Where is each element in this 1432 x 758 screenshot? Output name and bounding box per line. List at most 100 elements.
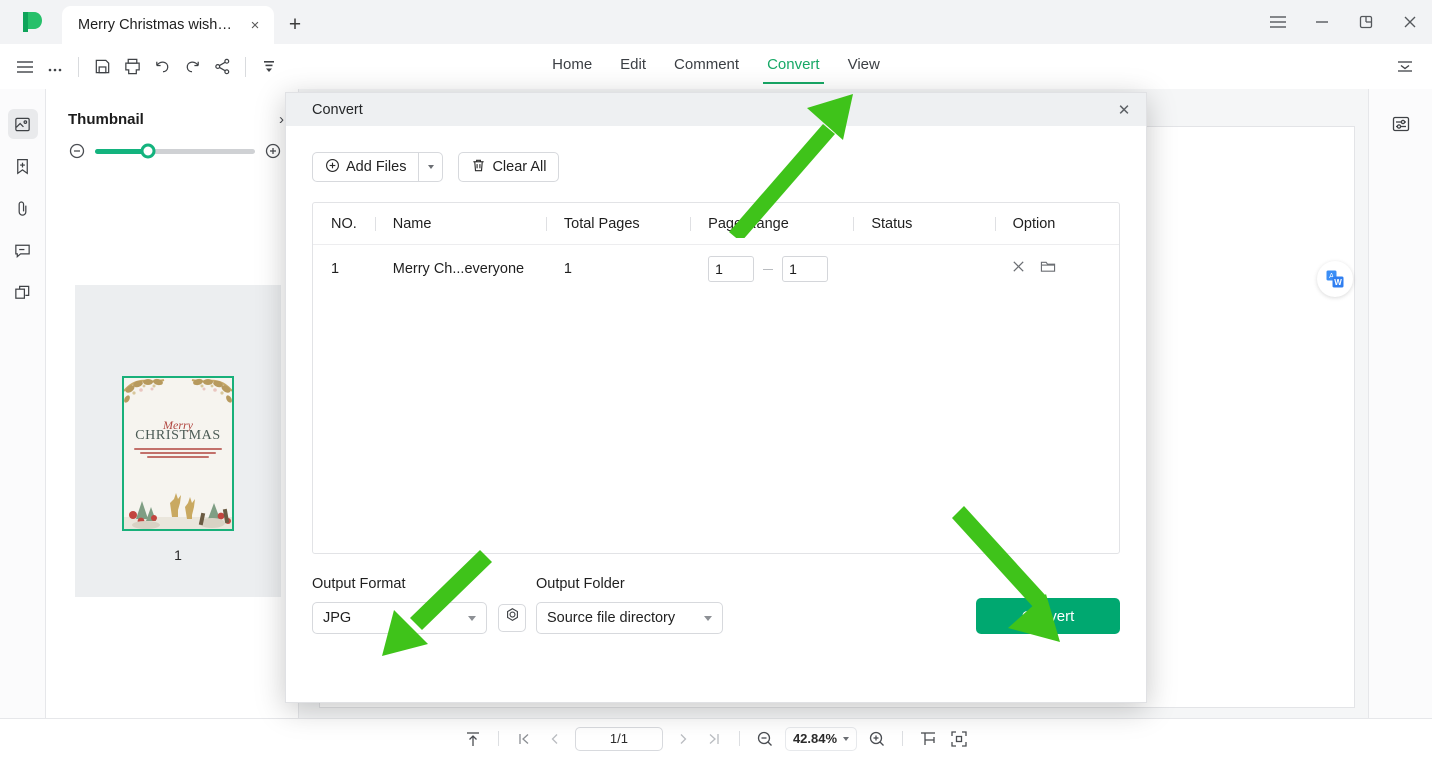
zoom-in-icon[interactable] xyxy=(866,728,888,750)
thumbnail-header: Thumbnail › xyxy=(46,89,298,128)
toolbar-divider xyxy=(78,56,79,77)
trash-icon xyxy=(471,158,486,177)
output-format-group: Output Format JPG xyxy=(312,576,487,634)
sidebar-item-comment[interactable] xyxy=(8,235,38,265)
status-divider-2 xyxy=(738,731,740,746)
remove-icon[interactable] xyxy=(1011,259,1026,279)
slider-knob[interactable] xyxy=(140,143,156,159)
properties-panel-icon[interactable] xyxy=(1386,109,1416,139)
panel-title: Thumbnail xyxy=(68,111,144,128)
folder-icon[interactable] xyxy=(1040,259,1056,279)
format-settings-button[interactable] xyxy=(498,604,526,632)
minimize-icon[interactable] xyxy=(1300,0,1344,44)
cell-option xyxy=(995,259,1119,279)
menu-item-view[interactable]: View xyxy=(848,56,880,78)
output-folder-group: Output Folder Source file directory xyxy=(536,576,723,634)
status-bar: 1/1 42.84% xyxy=(0,718,1432,758)
new-tab-button[interactable]: + xyxy=(274,6,316,44)
chevron-down-icon xyxy=(427,165,434,169)
share-icon[interactable] xyxy=(207,52,237,82)
undo-icon[interactable] xyxy=(147,52,177,82)
output-folder-label: Output Folder xyxy=(536,576,625,592)
left-rail xyxy=(0,89,46,718)
column-header-total-pages: Total Pages xyxy=(546,216,690,232)
table-row[interactable]: 1 Merry Ch...everyone 1 xyxy=(313,245,1119,293)
next-page-icon[interactable] xyxy=(672,728,694,750)
page-number-input[interactable]: 1/1 xyxy=(574,726,663,751)
zoom-out-icon[interactable] xyxy=(68,142,86,160)
output-folder-value: Source file directory xyxy=(547,610,676,626)
sidebar-item-layers[interactable] xyxy=(8,277,38,307)
prev-page-icon[interactable] xyxy=(544,728,566,750)
more-tools-icon[interactable] xyxy=(254,52,284,82)
dialog-body: Add Files Clear All NO. Name Total Pages… xyxy=(286,126,1146,634)
card-illustration xyxy=(124,473,232,529)
sidebar-item-bookmark[interactable] xyxy=(8,151,38,181)
panel-collapse-icon[interactable]: › xyxy=(279,111,284,128)
chevron-down-icon xyxy=(704,615,712,621)
menu-item-convert[interactable]: Convert xyxy=(763,56,824,84)
app-menu-icon[interactable] xyxy=(1256,0,1300,44)
toolbar-divider-2 xyxy=(245,56,246,77)
column-header-page-range: Page Range xyxy=(690,216,853,232)
convert-button[interactable]: Convert xyxy=(976,598,1120,634)
save-icon[interactable] xyxy=(87,52,117,82)
sidebar-item-thumbnail[interactable] xyxy=(7,109,38,139)
restore-icon[interactable] xyxy=(1344,0,1388,44)
dialog-close-icon[interactable]: ✕ xyxy=(1102,93,1146,126)
menu-item-comment[interactable]: Comment xyxy=(674,56,739,78)
redo-icon[interactable] xyxy=(177,52,207,82)
dialog-toolbar: Add Files Clear All xyxy=(312,152,1120,182)
menu-item-home[interactable]: Home xyxy=(552,56,592,78)
right-rail xyxy=(1368,89,1432,718)
files-table: NO. Name Total Pages Page Range Status O… xyxy=(312,202,1120,554)
first-page-icon[interactable] xyxy=(513,728,535,750)
output-format-select[interactable]: JPG xyxy=(312,602,487,634)
sidebar-item-attachment[interactable] xyxy=(8,193,38,223)
output-format-label: Output Format xyxy=(312,576,406,592)
card-body-text xyxy=(134,448,222,460)
tab-title: Merry Christmas wishes ... xyxy=(78,17,238,33)
column-header-option: Option xyxy=(995,216,1119,232)
dialog-title: Convert xyxy=(312,101,363,118)
output-format-value: JPG xyxy=(323,610,352,626)
svg-text:W: W xyxy=(1334,278,1342,287)
page-range-from-input[interactable] xyxy=(708,256,755,282)
zoom-level-select[interactable]: 42.84% xyxy=(784,726,858,751)
thumbnail-zoom-row xyxy=(46,128,298,160)
last-page-icon[interactable] xyxy=(703,728,725,750)
title-bar: Merry Christmas wishes ... × + xyxy=(0,0,1432,44)
add-files-dropdown-icon[interactable] xyxy=(418,152,444,182)
collapse-ribbon-icon[interactable] xyxy=(1390,52,1420,82)
page-range-to-input[interactable] xyxy=(782,256,829,282)
plus-circle-icon xyxy=(325,158,340,177)
cell-total-pages: 1 xyxy=(563,261,572,277)
hamburger-icon[interactable] xyxy=(10,52,40,82)
thumbnail-zoom-slider[interactable] xyxy=(95,143,255,159)
cell-no: 1 xyxy=(331,261,340,277)
scroll-top-icon[interactable] xyxy=(462,728,484,750)
tab-close-icon[interactable]: × xyxy=(246,16,264,34)
status-divider-1 xyxy=(497,731,499,746)
column-header-name: Name xyxy=(375,216,546,232)
translate-word-icon[interactable]: A W xyxy=(1317,261,1353,297)
close-icon[interactable] xyxy=(1388,0,1432,44)
clear-all-button[interactable]: Clear All xyxy=(458,152,560,182)
add-files-button[interactable]: Add Files xyxy=(312,152,419,182)
print-icon[interactable] xyxy=(117,52,147,82)
more-icon[interactable] xyxy=(40,52,70,82)
document-tab[interactable]: Merry Christmas wishes ... × xyxy=(62,6,274,44)
zoom-in-icon[interactable] xyxy=(264,142,282,160)
output-folder-select[interactable]: Source file directory xyxy=(536,602,723,634)
ribbon-collapse[interactable] xyxy=(1390,52,1420,82)
fit-width-icon[interactable] xyxy=(917,728,939,750)
menu-item-edit[interactable]: Edit xyxy=(620,56,646,78)
window-controls xyxy=(1256,0,1432,44)
wreath-corner-right-icon xyxy=(188,378,232,411)
card-christmas-text: CHRISTMAS xyxy=(135,428,221,443)
zoom-out-icon[interactable] xyxy=(754,728,776,750)
thumbnail-page-item[interactable]: Merry CHRISTMAS 1 xyxy=(75,285,281,597)
fit-page-icon[interactable] xyxy=(948,728,970,750)
table-header-row: NO. Name Total Pages Page Range Status O… xyxy=(313,203,1119,245)
dialog-footer: Output Format JPG Output Folder Source f… xyxy=(312,576,1120,634)
